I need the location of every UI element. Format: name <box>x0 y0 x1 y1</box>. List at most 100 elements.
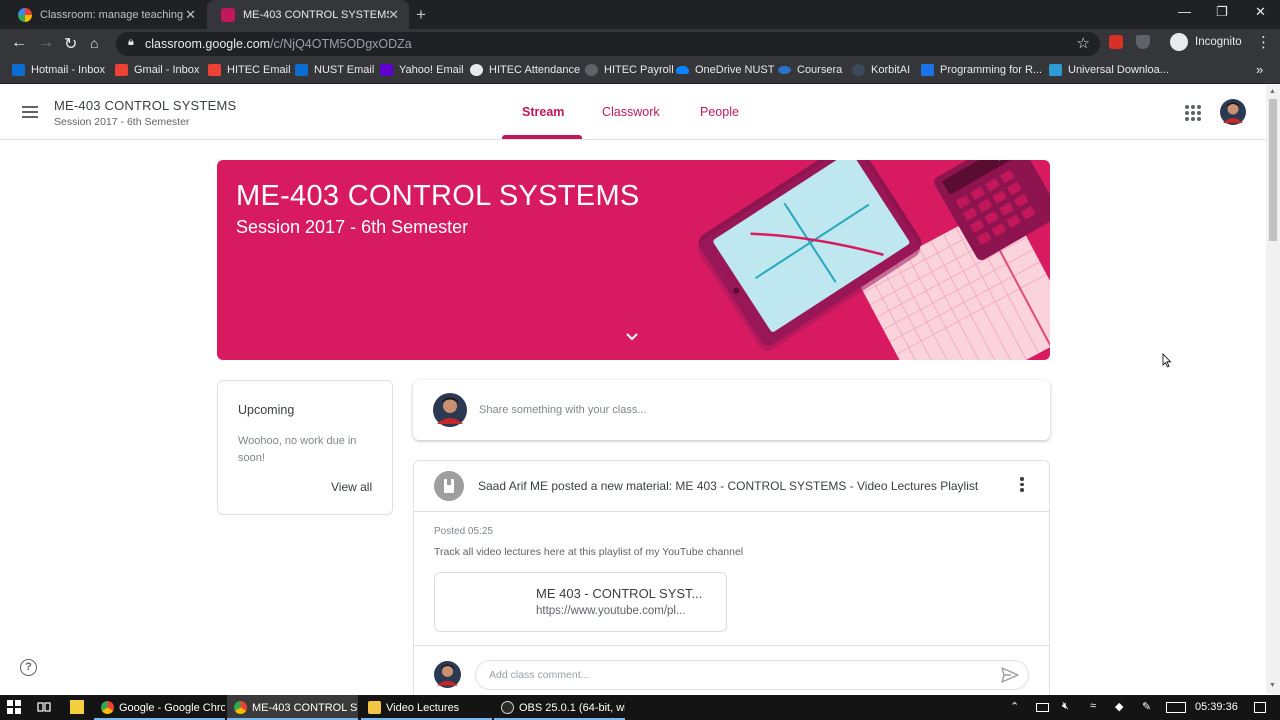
sticky-notes-icon[interactable] <box>70 700 84 714</box>
bookmark-korbit[interactable]: KorbitAI <box>852 64 910 76</box>
rtn-icon <box>921 64 934 76</box>
mute-icon[interactable]: 🔇︎ <box>1062 700 1069 713</box>
google-apps-icon[interactable] <box>1185 105 1201 121</box>
active-tab-indicator <box>502 135 582 139</box>
comment-input[interactable]: Add class comment... <box>475 660 1029 690</box>
restore-icon[interactable]: ❐ <box>1216 4 1228 20</box>
chevron-down-icon[interactable] <box>625 332 639 342</box>
tray-overflow-icon[interactable]: ⌃ <box>1010 700 1019 713</box>
banner-subtitle: Session 2017 - 6th Semester <box>236 217 469 237</box>
globe-icon <box>585 64 598 76</box>
adblock-icon[interactable] <box>1109 35 1123 49</box>
course-banner: ME-403 CONTROL SYSTEMS Session 2017 - 6t… <box>217 160 1050 360</box>
share-placeholder: Share something with your class... <box>479 404 647 416</box>
new-tab-icon[interactable]: + <box>416 5 426 25</box>
onedrive-icon <box>676 66 689 74</box>
chrome-icon <box>101 701 114 714</box>
bookmark-universal-downloader[interactable]: Universal Downloa... <box>1049 64 1169 76</box>
scrollbar-thumb[interactable] <box>1269 99 1277 241</box>
clock[interactable]: 05:39:36 <box>1195 701 1238 713</box>
incognito-icon <box>1170 33 1188 51</box>
scroll-up-icon[interactable]: ▲ <box>1269 88 1276 95</box>
mouse-cursor-icon <box>1162 353 1172 368</box>
browser-menu-icon[interactable]: ⋮ <box>1256 33 1271 51</box>
url-text: classroom.google.com/c/NjQ4OTM5ODgxODZa <box>145 37 412 51</box>
browser-tab-strip: Classroom: manage teaching and ✕ ME-403 … <box>0 0 1280 29</box>
tab-stream[interactable]: Stream <box>522 105 564 119</box>
avatar <box>433 393 467 427</box>
home-icon[interactable]: ⌂ <box>90 35 98 51</box>
share-box[interactable]: Share something with your class... <box>413 380 1050 440</box>
minimize-icon[interactable]: — <box>1178 4 1191 19</box>
wifi-icon[interactable]: ≈ <box>1090 700 1096 712</box>
notifications-icon[interactable] <box>1254 702 1266 713</box>
bookmark-coursera[interactable]: Coursera <box>778 64 842 76</box>
upcoming-card: Upcoming Woohoo, no work due in soon! Vi… <box>217 380 393 515</box>
divider <box>414 511 1049 512</box>
scroll-down-icon[interactable]: ▼ <box>1269 682 1276 689</box>
attachment-title: ME 403 - CONTROL SYST... <box>536 586 703 601</box>
close-window-icon[interactable]: ✕ <box>1255 4 1266 20</box>
attachment-url: https://www.youtube.com/pl... <box>536 605 686 617</box>
forward-icon[interactable]: → <box>38 34 54 52</box>
attachment-card[interactable]: ME 403 - CONTROL SYST... https://www.you… <box>434 572 727 632</box>
pen-icon[interactable]: ✎ <box>1142 700 1151 713</box>
bookmark-star-icon[interactable]: ☆ <box>1077 34 1090 52</box>
coursera-icon <box>778 66 791 74</box>
close-tab-icon[interactable]: ✕ <box>185 7 196 23</box>
address-bar[interactable]: 🔒︎ classroom.google.com/c/NjQ4OTM5ODgxOD… <box>116 32 1100 56</box>
more-options-icon[interactable] <box>1020 477 1024 493</box>
page-scrollbar[interactable]: ▲ ▼ <box>1266 85 1280 694</box>
globe-icon <box>470 64 483 76</box>
tab-classwork[interactable]: Classwork <box>602 105 660 119</box>
korbit-icon <box>852 64 865 76</box>
task-view-icon[interactable] <box>37 700 51 714</box>
windows-taskbar: Google - Google Chro... ME-403 CONTROL S… <box>0 695 1280 720</box>
lock-icon: 🔒︎ <box>128 36 134 48</box>
close-tab-icon[interactable]: ✕ <box>388 7 399 23</box>
obs-icon <box>501 701 514 714</box>
bookmark-yahoo[interactable]: Yahoo! Email <box>380 64 464 76</box>
bookmark-hitec-payroll[interactable]: HITEC Payroll <box>585 64 674 76</box>
bookmark-hotmail[interactable]: Hotmail - Inbox <box>12 64 105 76</box>
bookmark-gmail[interactable]: Gmail - Inbox <box>115 64 199 76</box>
dropbox-icon[interactable]: ◆ <box>1115 700 1123 713</box>
keyboard-icon[interactable] <box>1166 702 1186 713</box>
avatar[interactable] <box>1220 99 1246 125</box>
post-description: Track all video lectures here at this pl… <box>434 546 744 558</box>
bookmark-onedrive[interactable]: OneDrive NUST <box>676 64 774 76</box>
gmail-icon <box>208 64 221 76</box>
taskbar-app-obs[interactable]: OBS 25.0.1 (64-bit, wi... <box>494 695 625 720</box>
browser-tab-classroom-home[interactable]: Classroom: manage teaching and ✕ <box>4 0 206 29</box>
outlook-icon <box>295 64 308 76</box>
browser-tab-active[interactable]: ME-403 CONTROL SYSTEMS Sess ✕ <box>207 0 409 29</box>
bookmark-nust-email[interactable]: NUST Email <box>295 64 374 76</box>
send-icon[interactable] <box>1001 667 1019 683</box>
avatar <box>434 661 461 688</box>
bookmarks-overflow-icon[interactable]: » <box>1256 62 1263 77</box>
reload-icon[interactable]: ↻ <box>64 34 77 54</box>
incognito-badge[interactable]: Incognito <box>1170 33 1242 51</box>
help-icon[interactable]: ? <box>20 659 37 676</box>
course-title[interactable]: ME-403 CONTROL SYSTEMS <box>54 98 236 113</box>
upcoming-message: Woohoo, no work due in soon! <box>238 435 357 464</box>
taskbar-app-explorer[interactable]: Video Lectures <box>361 695 492 720</box>
outlook-icon <box>12 64 25 76</box>
gmail-icon <box>115 64 128 76</box>
classroom-icon <box>221 7 235 22</box>
view-all-link[interactable]: View all <box>331 480 372 494</box>
bookmark-hitec-email[interactable]: HITEC Email <box>208 64 291 76</box>
folder-icon <box>368 701 381 714</box>
main-menu-icon[interactable] <box>22 106 38 118</box>
material-post: Saad Arif ME posted a new material: ME 4… <box>413 460 1050 710</box>
bookmark-programming-r[interactable]: Programming for R... <box>921 64 1042 76</box>
battery-icon[interactable] <box>1036 703 1049 712</box>
back-icon[interactable]: ← <box>11 34 27 52</box>
tab-people[interactable]: People <box>700 105 739 119</box>
bookmark-hitec-attendance[interactable]: HITEC Attendance <box>470 64 580 76</box>
taskbar-app-chrome-1[interactable]: Google - Google Chro... <box>94 695 225 720</box>
shield-icon[interactable] <box>1136 35 1150 49</box>
taskbar-app-chrome-2[interactable]: ME-403 CONTROL SY... <box>227 695 358 720</box>
post-title[interactable]: Saad Arif ME posted a new material: ME 4… <box>478 479 978 493</box>
windows-start-icon[interactable] <box>7 700 21 714</box>
